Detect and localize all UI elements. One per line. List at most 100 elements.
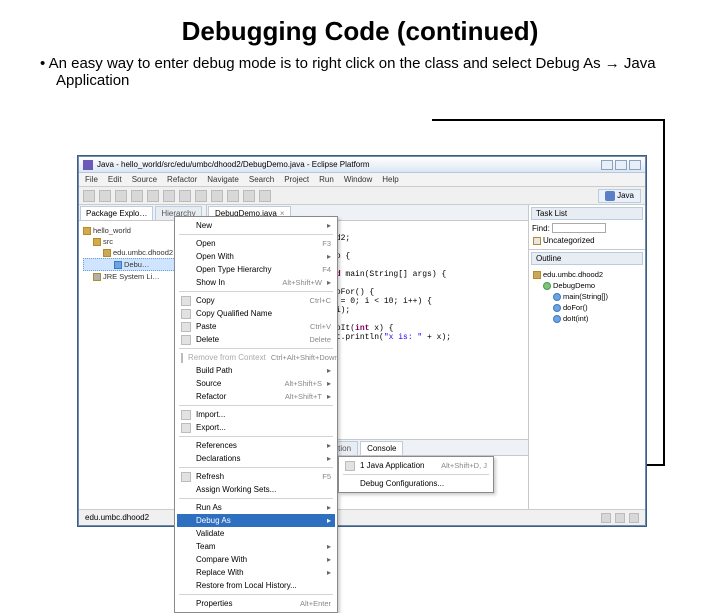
- tree-src[interactable]: src: [103, 237, 113, 246]
- submenu-arrow-icon: ▸: [327, 379, 331, 388]
- menu-source[interactable]: Source: [132, 175, 157, 184]
- menu-item-shortcut: Alt+Shift+S: [284, 379, 322, 388]
- context-menu-item[interactable]: Build Path▸: [177, 364, 335, 377]
- tree-pkg[interactable]: edu.umbc.dhood2: [113, 248, 173, 257]
- menu-navigate[interactable]: Navigate: [207, 175, 239, 184]
- context-menu-item[interactable]: Validate: [177, 527, 335, 540]
- status-icon[interactable]: [615, 513, 625, 523]
- status-icon[interactable]: [629, 513, 639, 523]
- toolbar-icon[interactable]: [99, 190, 111, 202]
- context-menu-item[interactable]: Export...: [177, 421, 335, 434]
- context-menu-item[interactable]: RefactorAlt+Shift+T▸: [177, 390, 335, 403]
- context-menu-item[interactable]: Import...: [177, 408, 335, 421]
- minimize-button[interactable]: [601, 160, 613, 170]
- tree-project[interactable]: hello_world: [93, 226, 131, 235]
- context-menu-item[interactable]: Show InAlt+Shift+W▸: [177, 276, 335, 289]
- package-icon: [103, 249, 111, 257]
- context-menu-item[interactable]: Copy Qualified Name: [177, 307, 335, 320]
- submenu-item[interactable]: 1 Java ApplicationAlt+Shift+D, J: [341, 459, 491, 472]
- uncategorized-label[interactable]: Uncategorized: [543, 236, 595, 245]
- outline-class[interactable]: DebugDemo: [553, 281, 595, 290]
- method-icon: [553, 293, 561, 301]
- menu-item-label: Open Type Hierarchy: [196, 265, 317, 274]
- titlebar[interactable]: Java - hello_world/src/edu/umbc/dhood2/D…: [79, 157, 645, 173]
- context-menu-item[interactable]: Replace With ▸: [177, 566, 335, 579]
- toolbar-icon[interactable]: [115, 190, 127, 202]
- menubar[interactable]: File Edit Source Refactor Navigate Searc…: [79, 173, 645, 187]
- menu-edit[interactable]: Edit: [108, 175, 122, 184]
- context-menu-item[interactable]: Restore from Local History...: [177, 579, 335, 592]
- menu-item-shortcut: Alt+Shift+W: [282, 278, 322, 287]
- context-menu-item[interactable]: Team▸: [177, 540, 335, 553]
- menu-help[interactable]: Help: [382, 175, 398, 184]
- menu-project[interactable]: Project: [284, 175, 309, 184]
- outline-method[interactable]: doFor(): [563, 303, 588, 312]
- outline-header[interactable]: Outline: [531, 252, 643, 265]
- task-list-header[interactable]: Task List: [531, 207, 643, 220]
- class-icon: [114, 261, 122, 269]
- toolbar-icon[interactable]: [147, 190, 159, 202]
- menu-item-label: Assign Working Sets...: [196, 485, 331, 494]
- close-button[interactable]: [629, 160, 641, 170]
- context-menu-item[interactable]: New▸: [177, 219, 335, 232]
- tree-jre[interactable]: JRE System Li…: [103, 272, 160, 281]
- context-menu-item[interactable]: Run As▸: [177, 501, 335, 514]
- context-menu-item[interactable]: RefreshF5: [177, 470, 335, 483]
- context-menu-item[interactable]: Assign Working Sets...: [177, 483, 335, 496]
- toolbar-icon[interactable]: [163, 190, 175, 202]
- context-menu-item[interactable]: OpenF3: [177, 237, 335, 250]
- toolbar-icon[interactable]: [227, 190, 239, 202]
- outline-method[interactable]: main(String[]): [563, 292, 608, 301]
- tree-selected-class[interactable]: Debu…: [124, 260, 149, 269]
- toolbar-icon[interactable]: [83, 190, 95, 202]
- context-menu-item[interactable]: PropertiesAlt+Enter: [177, 597, 335, 610]
- menu-item-label: Open With: [196, 252, 322, 261]
- menu-file[interactable]: File: [85, 175, 98, 184]
- menu-window[interactable]: Window: [344, 175, 372, 184]
- context-menu-item[interactable]: Open Type HierarchyF4: [177, 263, 335, 276]
- menu-item-label: Declarations: [196, 454, 322, 463]
- menu-item-label: Build Path: [196, 366, 322, 375]
- toolbar[interactable]: Java: [79, 187, 645, 205]
- outline-method[interactable]: doIt(int): [563, 314, 588, 323]
- submenu-arrow-icon: ▸: [327, 568, 331, 577]
- menu-item-label: Restore from Local History...: [196, 581, 331, 590]
- find-input[interactable]: [552, 223, 606, 233]
- status-icon[interactable]: [601, 513, 611, 523]
- context-menu-item[interactable]: PasteCtrl+V: [177, 320, 335, 333]
- toolbar-icon[interactable]: [259, 190, 271, 202]
- context-menu-item[interactable]: Compare With▸: [177, 553, 335, 566]
- perspective-label: Java: [617, 191, 634, 200]
- tab-package-explorer[interactable]: Package Explo…: [80, 206, 153, 220]
- outline-view: Outline edu.umbc.dhood2 DebugDemo main(S…: [529, 250, 645, 509]
- submenu-item[interactable]: Debug Configurations...: [341, 477, 491, 490]
- toolbar-icon[interactable]: [131, 190, 143, 202]
- context-menu-item[interactable]: SourceAlt+Shift+S▸: [177, 377, 335, 390]
- outline-pkg[interactable]: edu.umbc.dhood2: [543, 270, 603, 279]
- tab-console[interactable]: Console: [360, 441, 403, 455]
- context-menu-item[interactable]: Open With▸: [177, 250, 335, 263]
- menu-item-shortcut: F5: [322, 472, 331, 481]
- toolbar-icon[interactable]: [179, 190, 191, 202]
- context-menu-item[interactable]: Debug As▸: [177, 514, 335, 527]
- menu-search[interactable]: Search: [249, 175, 274, 184]
- context-menu[interactable]: New▸OpenF3Open With▸Open Type HierarchyF…: [174, 216, 338, 613]
- context-menu-item[interactable]: References▸: [177, 439, 335, 452]
- context-menu-item[interactable]: Declarations▸: [177, 452, 335, 465]
- menu-item-icon: [181, 309, 191, 319]
- menu-item-shortcut: Ctrl+Alt+Shift+Down: [271, 353, 339, 362]
- menu-item-label: Replace With: [196, 568, 322, 577]
- context-menu-item[interactable]: DeleteDelete: [177, 333, 335, 346]
- menu-run[interactable]: Run: [319, 175, 334, 184]
- debug-as-submenu[interactable]: 1 Java ApplicationAlt+Shift+D, J Debug Co…: [338, 456, 494, 493]
- maximize-button[interactable]: [615, 160, 627, 170]
- context-menu-item[interactable]: Remove from ContextCtrl+Alt+Shift+Down: [177, 351, 335, 364]
- menu-refactor[interactable]: Refactor: [167, 175, 197, 184]
- toolbar-icon[interactable]: [195, 190, 207, 202]
- context-menu-item[interactable]: CopyCtrl+C: [177, 294, 335, 307]
- toolbar-icon[interactable]: [211, 190, 223, 202]
- menu-item-shortcut: Ctrl+V: [310, 322, 331, 331]
- perspective-switcher[interactable]: Java: [598, 189, 641, 203]
- toolbar-icon[interactable]: [243, 190, 255, 202]
- submenu-arrow-icon: ▸: [327, 555, 331, 564]
